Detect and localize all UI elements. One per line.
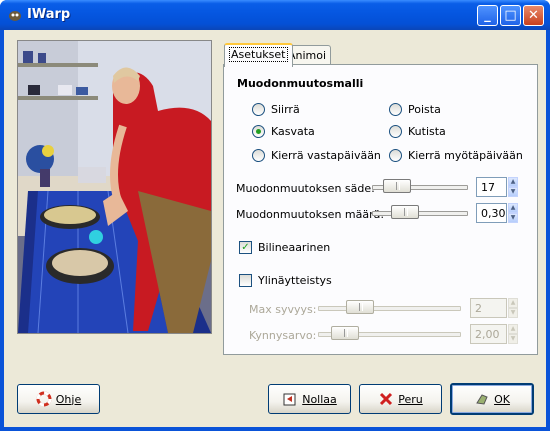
- bilinear-checkbox[interactable]: ✓ Bilineaarinen: [239, 241, 330, 254]
- amount-label: Muodonmuutoksen määrä:: [236, 208, 385, 221]
- spin-up-icon[interactable]: ▲: [508, 203, 518, 213]
- maximize-button[interactable]: □: [500, 5, 521, 26]
- tab-settings[interactable]: Asetukset: [224, 43, 293, 67]
- max-depth-slider: [318, 300, 461, 316]
- section-title: Muodonmuutosmalli: [237, 77, 364, 90]
- mode-remove-label: Poista: [408, 103, 441, 116]
- ok-hand-icon: [476, 394, 488, 405]
- radius-slider-thumb[interactable]: [383, 179, 411, 193]
- radius-slider[interactable]: [372, 179, 468, 195]
- radius-input[interactable]: 17: [476, 177, 507, 197]
- mode-grow-label: Kasvata: [271, 125, 315, 138]
- spin-down-icon[interactable]: ▼: [508, 213, 518, 223]
- checkbox-indicator: [239, 274, 252, 287]
- amount-slider-thumb[interactable]: [391, 205, 419, 219]
- spin-up-icon[interactable]: ▲: [508, 177, 518, 187]
- mode-shrink-radio[interactable]: Kutista: [389, 125, 446, 138]
- reset-label: Nollaa: [302, 392, 337, 406]
- close-button[interactable]: ✕: [523, 5, 544, 26]
- iwarp-window: IWarp _ □ ✕ Asetukset Animoi Muodonmuuto…: [0, 0, 550, 431]
- spin-down-icon[interactable]: ▼: [508, 187, 518, 197]
- mode-swirl-ccw-label: Kierrä vastapäivään: [271, 149, 381, 162]
- mode-swirl-cw-label: Kierrä myötäpäivään: [408, 149, 523, 162]
- preview-image: [17, 40, 212, 334]
- amount-input[interactable]: 0,30: [476, 203, 507, 223]
- mode-grow-radio[interactable]: Kasvata: [252, 125, 315, 138]
- mode-shrink-label: Kutista: [408, 125, 446, 138]
- help-button[interactable]: Ohje: [17, 384, 100, 414]
- settings-panel: Muodonmuutosmalli Siirrä Poista Kasvata …: [223, 64, 538, 355]
- threshold-slider: [318, 326, 461, 342]
- minimize-button[interactable]: _: [477, 5, 498, 26]
- red-x-icon: [380, 392, 393, 406]
- radius-label: Muodonmuutoksen säde:: [236, 182, 375, 195]
- threshold-input: 2,00: [470, 324, 507, 344]
- reset-icon: [283, 393, 296, 406]
- spin-up-icon: ▲: [508, 298, 518, 308]
- bilinear-label: Bilineaarinen: [258, 241, 331, 254]
- checkmark-icon: ✓: [239, 241, 252, 254]
- help-label: Ohje: [55, 392, 82, 406]
- supersample-label: Ylinäytteistys: [258, 274, 332, 287]
- threshold-label: Kynnysarvo:: [249, 329, 317, 342]
- tab-animate-label: Animoi: [288, 49, 327, 62]
- tab-settings-label: Asetukset: [229, 47, 288, 62]
- cancel-label: Peru: [398, 392, 423, 406]
- dialog-body: Asetukset Animoi Muodonmuutosmalli Siirr…: [4, 30, 546, 427]
- spin-down-icon: ▼: [508, 308, 518, 318]
- title-bar[interactable]: IWarp _ □ ✕: [0, 0, 550, 30]
- spin-down-icon: ▼: [508, 334, 518, 344]
- mode-swirl-ccw-radio[interactable]: Kierrä vastapäivään: [252, 149, 381, 162]
- window-title: IWarp: [27, 7, 71, 22]
- max-depth-input: 2: [470, 298, 507, 318]
- mode-swirl-cw-radio[interactable]: Kierrä myötäpäivään: [389, 149, 523, 162]
- supersample-checkbox[interactable]: Ylinäytteistys: [239, 274, 332, 287]
- mode-move-label: Siirrä: [271, 103, 300, 116]
- mode-move-radio[interactable]: Siirrä: [252, 103, 300, 116]
- radio-indicator-selected: [252, 125, 265, 138]
- ok-label: OK: [494, 392, 510, 406]
- mode-remove-radio[interactable]: Poista: [389, 103, 441, 116]
- radio-indicator: [252, 149, 265, 162]
- reset-button[interactable]: Nollaa: [268, 384, 351, 414]
- gimp-app-icon: [9, 11, 21, 21]
- ok-button[interactable]: OK: [450, 383, 534, 415]
- max-depth-label: Max syvyys:: [249, 303, 317, 316]
- lifebuoy-icon: [36, 391, 52, 407]
- radio-indicator: [389, 103, 402, 116]
- amount-slider[interactable]: [372, 205, 468, 221]
- radio-indicator: [389, 125, 402, 138]
- radio-indicator: [252, 103, 265, 116]
- cancel-button[interactable]: Peru: [359, 384, 442, 414]
- spin-up-icon: ▲: [508, 324, 518, 334]
- radio-indicator: [389, 149, 402, 162]
